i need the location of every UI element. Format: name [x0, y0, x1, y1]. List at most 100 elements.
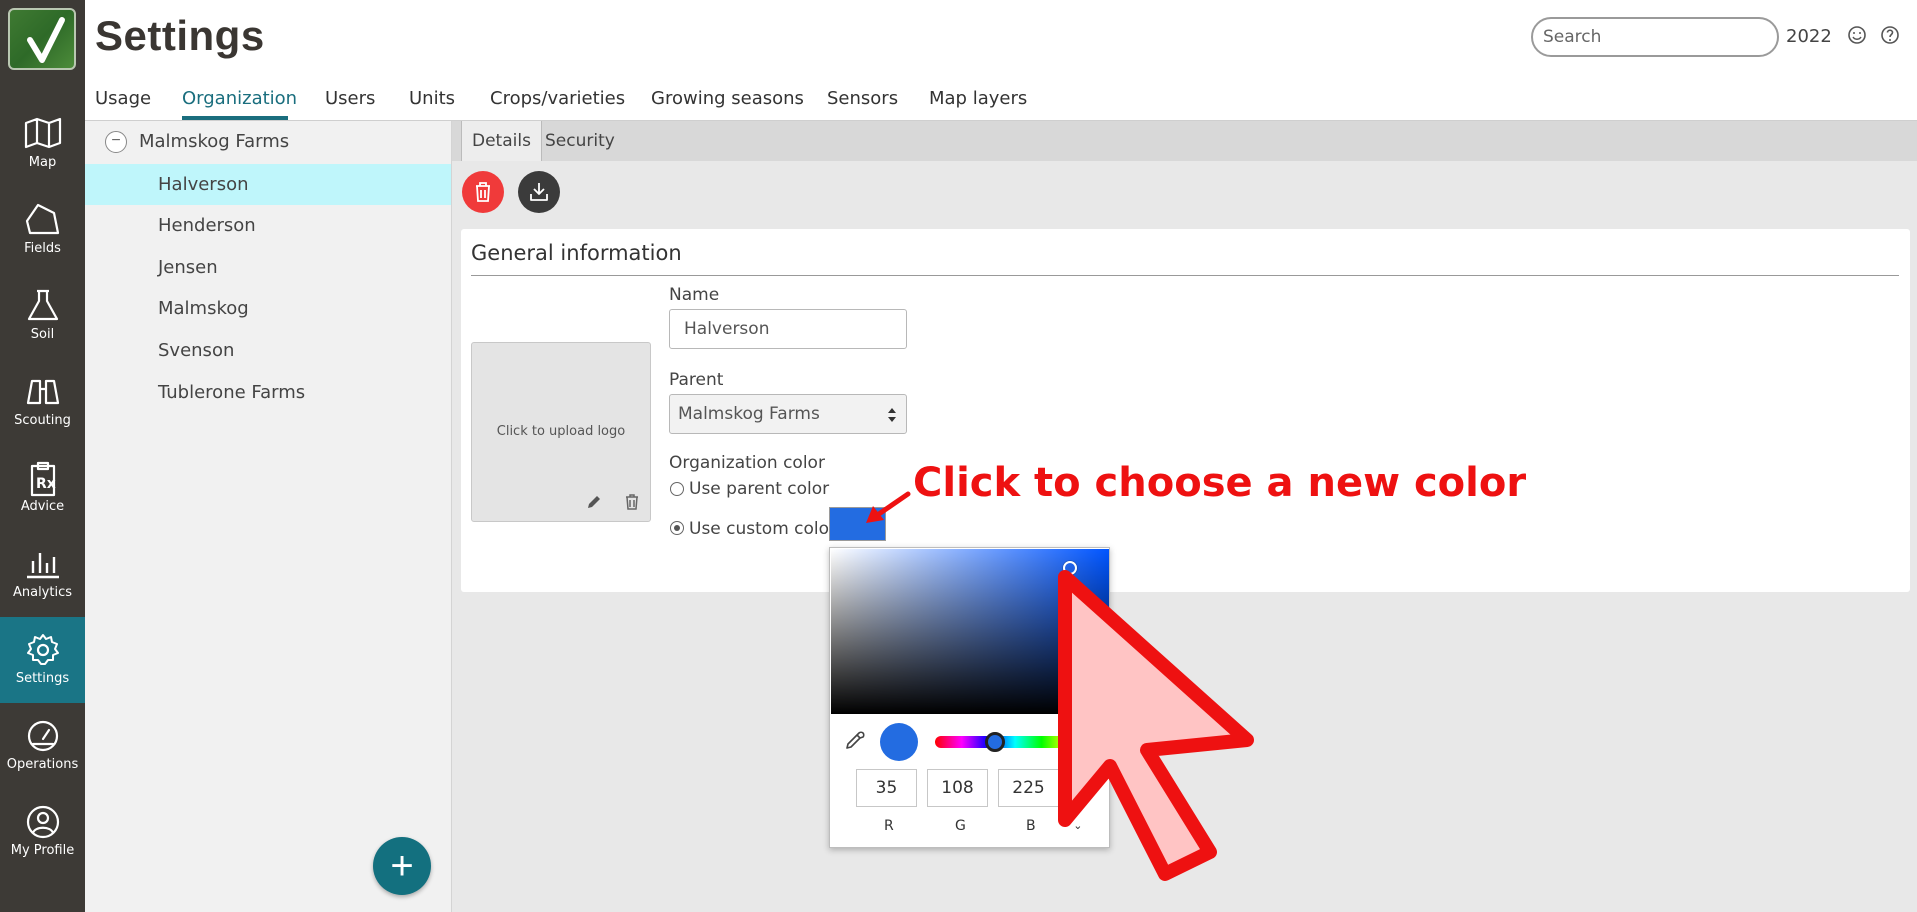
trash-icon — [476, 182, 490, 202]
nav-item-label: My Profile — [10, 843, 75, 858]
help-icon[interactable] — [1880, 25, 1900, 45]
tree-item-svenson[interactable]: Svenson — [85, 330, 451, 371]
svg-text:Rx: Rx — [36, 476, 56, 492]
delete-button[interactable] — [462, 171, 504, 213]
tab-security[interactable]: Security — [535, 121, 625, 161]
tab-map-layers[interactable]: Map layers — [929, 88, 1027, 109]
nav-item-scouting[interactable]: Scouting — [0, 359, 85, 445]
nav-item-fields[interactable]: Fields — [0, 187, 85, 273]
collapse-icon[interactable]: − — [105, 131, 127, 153]
pencil-icon[interactable] — [585, 493, 603, 511]
user-circle-icon — [26, 805, 60, 839]
nav-rail: Map Fields Soil Scouting Rx Advice Analy… — [0, 0, 85, 912]
map-icon — [24, 117, 62, 149]
nav-item-my-profile[interactable]: My Profile — [0, 789, 85, 875]
section-divider — [471, 275, 1899, 276]
parent-select-value: Malmskog Farms — [678, 404, 820, 424]
tab-sensors[interactable]: Sensors — [827, 88, 898, 109]
tree-item-label: Malmskog — [158, 298, 249, 319]
tree-item-malmskog[interactable]: Malmskog — [85, 288, 451, 329]
details-panel: Details Security General information Cli… — [452, 121, 1917, 912]
prescription-clipboard-icon: Rx — [30, 461, 56, 497]
field-shape-icon — [25, 203, 60, 235]
tab-organization[interactable]: Organization — [182, 88, 297, 109]
tree-root-label: Malmskog Farms — [139, 131, 290, 152]
parent-label: Parent — [669, 370, 724, 390]
nav-item-analytics[interactable]: Analytics — [0, 531, 85, 617]
tab-growing-seasons[interactable]: Growing seasons — [651, 88, 804, 109]
saturation-handle[interactable] — [1063, 561, 1077, 575]
subtab-bar: Details Security — [452, 121, 1917, 161]
eyedropper-icon[interactable] — [844, 729, 866, 751]
bar-chart-icon — [27, 553, 59, 579]
add-organization-button[interactable]: + — [373, 837, 431, 895]
nav-item-label: Soil — [30, 327, 55, 342]
tab-crops-varieties[interactable]: Crops/varieties — [490, 88, 625, 109]
green-label: G — [955, 818, 966, 834]
use-custom-color-radio[interactable] — [670, 521, 684, 535]
logo-upload-hint: Click to upload logo — [496, 424, 626, 439]
gear-icon — [27, 634, 59, 665]
export-button[interactable] — [518, 171, 560, 213]
smiley-icon[interactable] — [1847, 25, 1867, 45]
nav-item-map[interactable]: Map — [0, 101, 85, 187]
hue-slider-thumb[interactable] — [985, 732, 1005, 752]
nav-item-label: Scouting — [14, 413, 71, 428]
logo-upload-area[interactable]: Click to upload logo — [471, 342, 651, 522]
nav-item-soil[interactable]: Soil — [0, 273, 85, 359]
tab-usage[interactable]: Usage — [95, 88, 151, 109]
nav-item-label: Fields — [24, 241, 61, 256]
search-input[interactable] — [1531, 17, 1779, 57]
nav-item-label: Operations — [6, 757, 79, 772]
red-label: R — [884, 818, 894, 834]
general-information-card: General information Click to upload logo… — [461, 229, 1910, 592]
binoculars-icon — [26, 379, 60, 405]
green-input[interactable] — [927, 769, 988, 807]
parent-select[interactable]: Malmskog Farms — [669, 394, 907, 434]
app-logo[interactable] — [8, 8, 76, 70]
organization-tree: − Malmskog Farms Halverson Henderson Jen… — [85, 121, 452, 912]
nav-item-label: Settings — [15, 671, 70, 686]
tree-item-jensen[interactable]: Jensen — [85, 247, 451, 288]
blue-input[interactable] — [998, 769, 1059, 807]
nav-item-operations[interactable]: Operations — [0, 703, 85, 789]
tree-item-label: Jensen — [158, 257, 218, 278]
select-arrows-icon — [888, 408, 896, 422]
tree-item-label: Halverson — [158, 174, 249, 195]
tree-item-label: Henderson — [158, 215, 256, 236]
gauge-icon — [27, 720, 59, 752]
flask-icon — [27, 289, 59, 321]
organization-color-label: Organization color — [669, 453, 825, 473]
hue-slider[interactable] — [935, 736, 1095, 748]
red-input[interactable] — [856, 769, 917, 807]
blue-label: B — [1026, 818, 1036, 834]
tab-users[interactable]: Users — [325, 88, 375, 109]
page-title: Settings — [95, 12, 265, 59]
year-selector[interactable]: 2022 — [1786, 26, 1832, 47]
name-label: Name — [669, 285, 720, 305]
use-custom-color-label[interactable]: Use custom color — [689, 519, 836, 539]
nav-item-label: Advice — [20, 499, 65, 514]
section-title: General information — [471, 241, 682, 265]
nav-item-label: Analytics — [12, 585, 73, 600]
nav-item-label: Map — [28, 155, 57, 170]
tab-details[interactable]: Details — [461, 121, 542, 161]
download-icon — [530, 183, 548, 201]
color-swatch-button[interactable] — [829, 507, 886, 541]
tutorial-annotation: Click to choose a new color — [913, 460, 1527, 506]
nav-item-advice[interactable]: Rx Advice — [0, 445, 85, 531]
tree-item-tublerone-farms[interactable]: Tublerone Farms — [85, 372, 451, 413]
tab-units[interactable]: Units — [409, 88, 455, 109]
trash-icon[interactable] — [624, 493, 640, 511]
use-parent-color-radio[interactable] — [670, 482, 684, 496]
tree-item-halverson[interactable]: Halverson — [85, 164, 451, 205]
format-toggle-icon[interactable]: ⌃⌄ — [1064, 819, 1082, 832]
use-parent-color-label[interactable]: Use parent color — [689, 479, 829, 499]
tree-item-label: Svenson — [158, 340, 235, 361]
nav-item-settings[interactable]: Settings — [0, 617, 85, 703]
tree-item-label: Tublerone Farms — [158, 382, 306, 403]
tree-item-henderson[interactable]: Henderson — [85, 205, 451, 246]
name-field[interactable] — [669, 309, 907, 349]
color-picker-popover: R G B ⌃⌄ — [829, 547, 1110, 848]
saturation-value-area[interactable] — [831, 549, 1109, 714]
